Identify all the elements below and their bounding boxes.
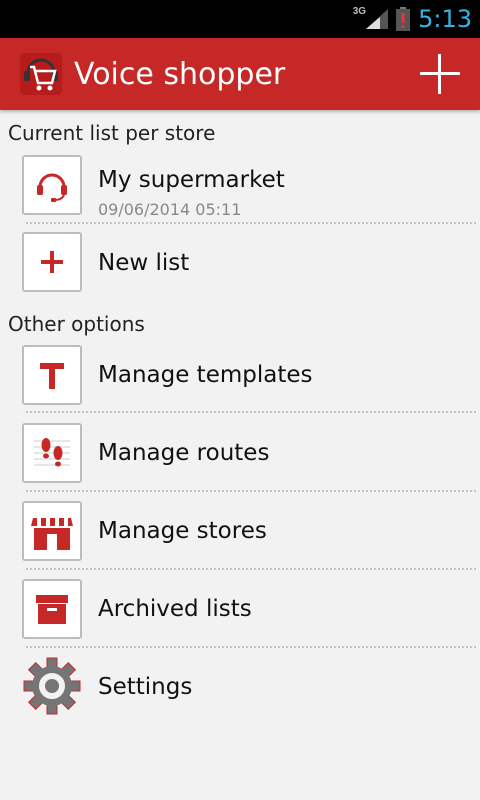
gear-icon [22, 656, 82, 716]
app-logo-icon[interactable] [20, 53, 62, 95]
list-item-timestamp: 09/06/2014 05:11 [98, 200, 242, 219]
menu-item-label: Archived lists [98, 596, 252, 622]
app-title: Voice shopper [74, 56, 286, 92]
menu-item-label: Settings [98, 674, 193, 700]
menu-item-label: Manage stores [98, 518, 267, 544]
signal-icon [366, 9, 389, 29]
divider [26, 646, 476, 648]
list-item-my-supermarket[interactable]: My supermarket 09/06/2014 05:11 [0, 153, 480, 219]
footsteps-icon [22, 423, 82, 483]
menu-item-manage-templates[interactable]: Manage templates [0, 344, 480, 406]
menu-item-label: Manage routes [98, 440, 270, 466]
network-type: 3G [352, 5, 367, 17]
status-bar: 3G 5:13 [0, 0, 480, 38]
store-icon [22, 501, 82, 561]
list-item-new-list[interactable]: New list [0, 232, 480, 294]
template-icon [22, 345, 82, 405]
battery-alert-icon [396, 7, 411, 31]
archive-box-icon [22, 579, 82, 639]
headset-icon [22, 155, 82, 215]
menu-item-manage-stores[interactable]: Manage stores [0, 500, 480, 562]
menu-item-archived-lists[interactable]: Archived lists [0, 578, 480, 640]
section-header-other: Other options [8, 312, 145, 336]
list-item-title: My supermarket [98, 167, 285, 193]
section-header-current: Current list per store [8, 121, 216, 145]
menu-item-manage-routes[interactable]: Manage routes [0, 422, 480, 484]
add-list-button[interactable] [418, 52, 462, 96]
action-bar: Voice shopper [0, 38, 480, 110]
clock: 5:13 [418, 5, 472, 33]
divider [26, 411, 476, 413]
plus-icon [22, 232, 82, 292]
status-icons: 3G 5:13 [353, 0, 472, 38]
list-item-label: New list [98, 250, 190, 276]
divider [26, 490, 476, 492]
menu-item-label: Manage templates [98, 362, 313, 388]
divider [26, 222, 476, 224]
menu-item-settings[interactable]: Settings [0, 656, 480, 718]
divider [26, 568, 476, 570]
